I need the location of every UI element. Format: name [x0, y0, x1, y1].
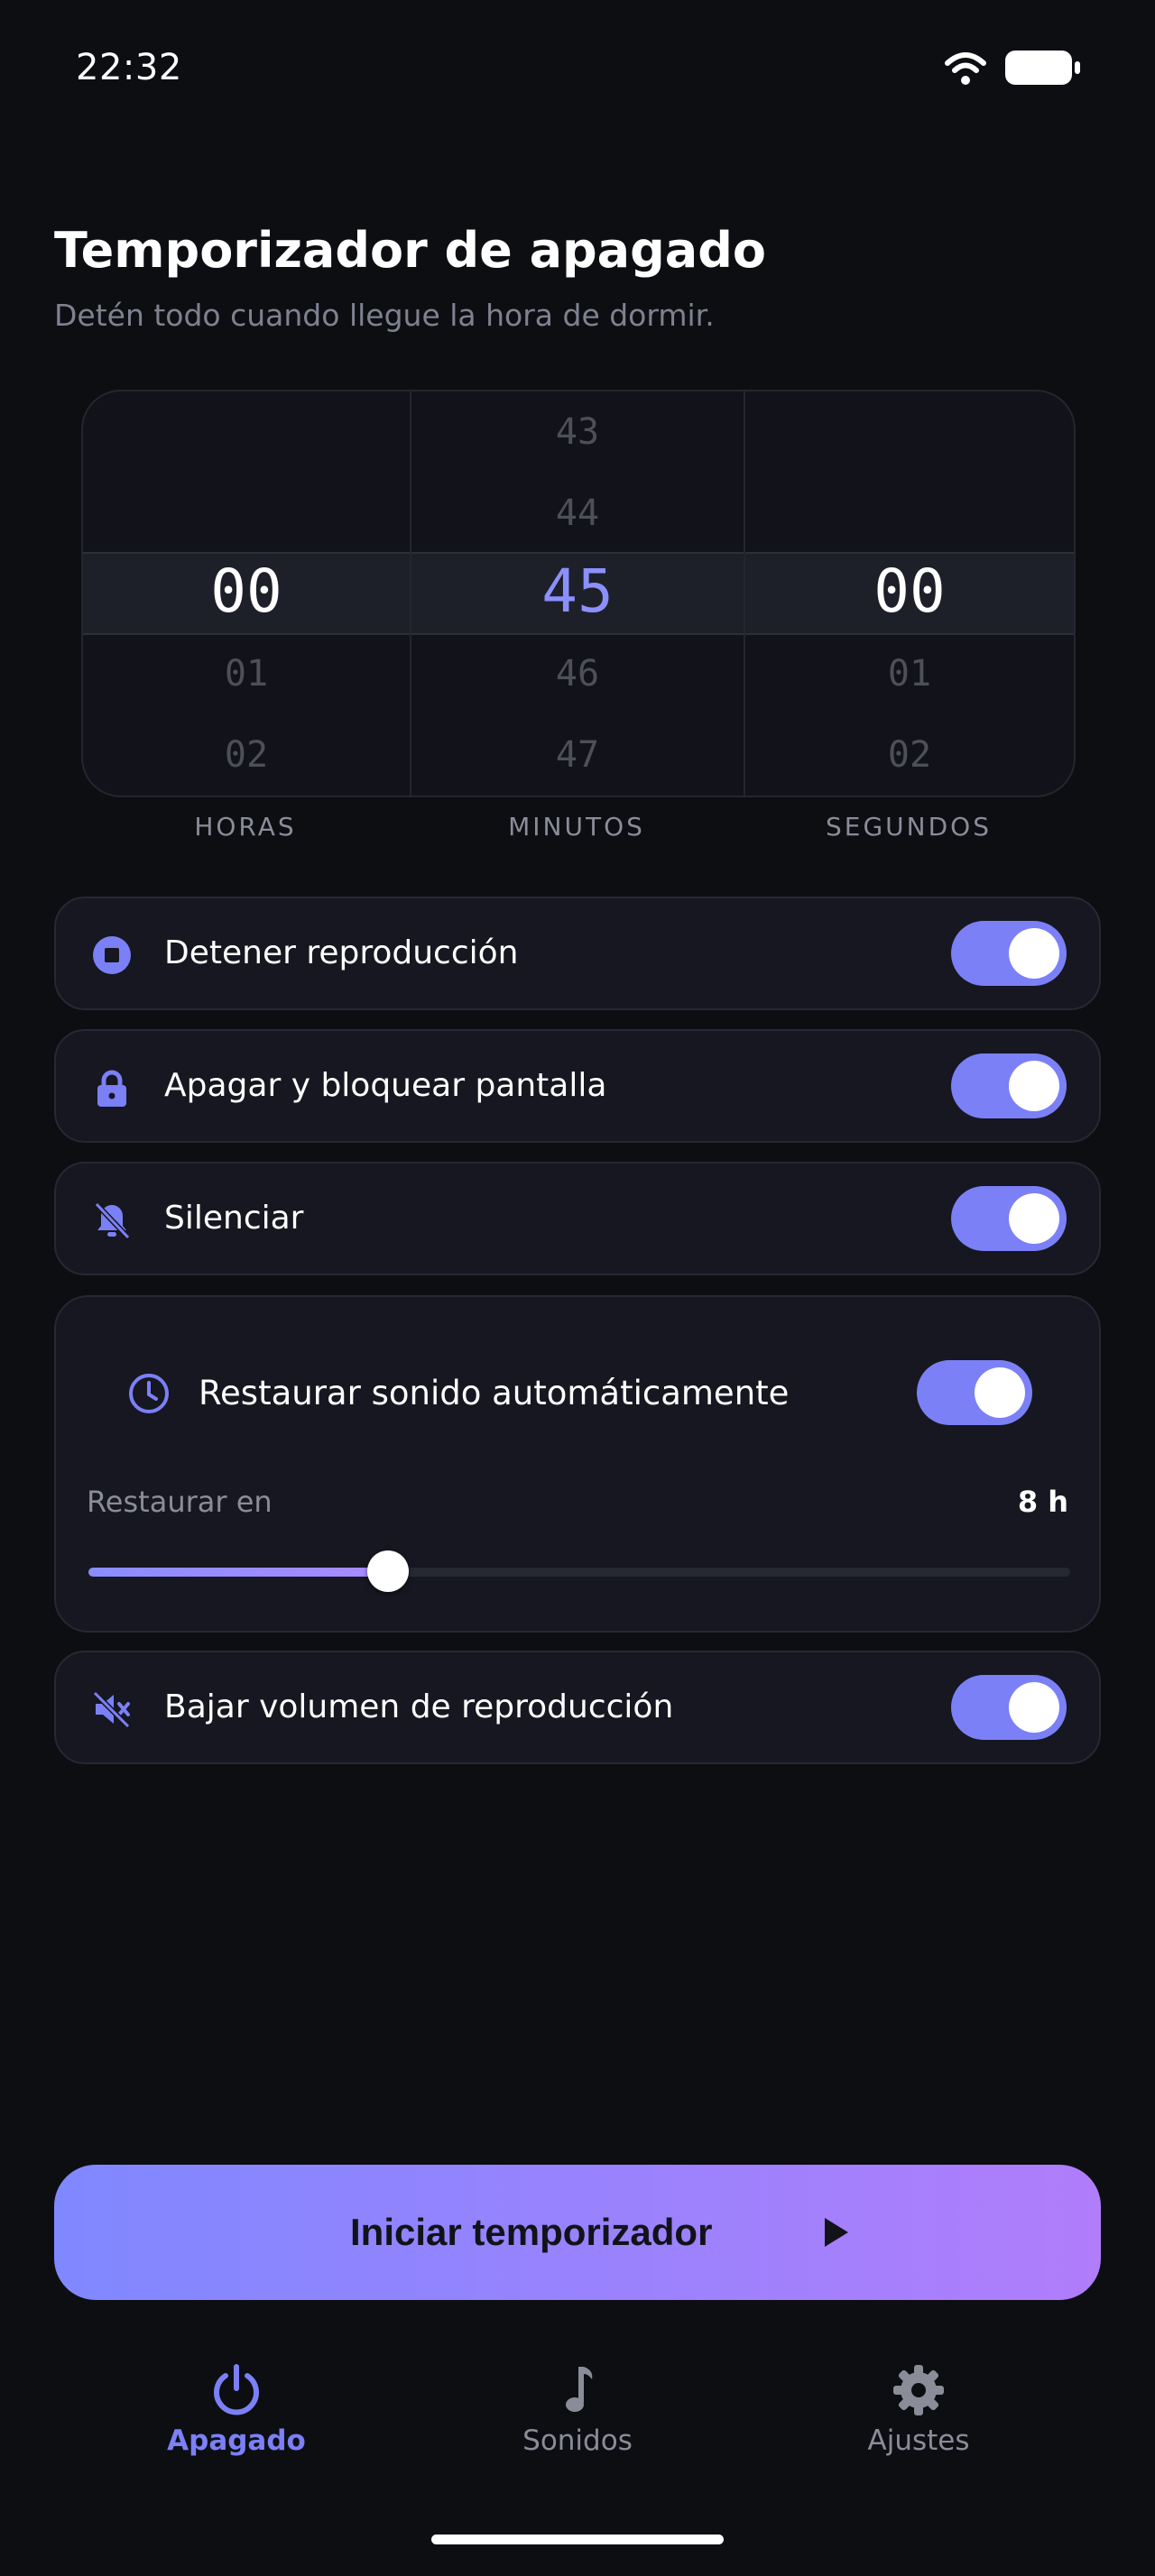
hours-selected[interactable]: 00	[83, 552, 410, 631]
minutes-option[interactable]: 44	[411, 473, 744, 554]
option-label: Apagar y bloquear pantalla	[164, 1067, 607, 1104]
seconds-option[interactable]: 01	[745, 633, 1074, 714]
seconds-option[interactable]	[745, 473, 1074, 554]
slider-fill	[88, 1568, 388, 1577]
status-time: 22:32	[76, 47, 182, 88]
lock-icon	[97, 1070, 126, 1107]
hours-option[interactable]	[83, 391, 410, 473]
status-bar: 22:32	[0, 0, 1155, 135]
toggle-knob	[975, 1367, 1025, 1418]
home-indicator	[431, 2535, 724, 2544]
option-label: Silenciar	[164, 1200, 304, 1237]
hours-option[interactable]: 02	[83, 714, 410, 796]
toggle-knob	[1009, 928, 1059, 979]
option-row-stop-playback[interactable]: Detener reproducción	[54, 897, 1101, 1010]
volume-mute-icon	[92, 1690, 131, 1729]
seconds-option[interactable]	[745, 391, 1074, 473]
hours-wheel[interactable]: 00 01 02	[83, 391, 410, 796]
power-icon	[214, 2364, 259, 2415]
minutes-option[interactable]: 43	[411, 391, 744, 473]
hours-option[interactable]	[83, 473, 410, 554]
minutes-wheel[interactable]: 43 44 45 46 47	[411, 391, 744, 796]
option-row-silence[interactable]: Silenciar	[54, 1162, 1101, 1275]
clock-icon	[129, 1374, 169, 1413]
stop-circle-icon	[93, 936, 131, 974]
battery-icon	[1005, 51, 1080, 85]
time-picker[interactable]: 00 01 02 43 44 45 46 47 00 01 02	[81, 390, 1076, 797]
option-row-lower-volume[interactable]: Bajar volumen de reproducción	[54, 1651, 1101, 1764]
minutes-option[interactable]: 46	[411, 633, 744, 714]
tab-label: Ajustes	[867, 2424, 970, 2457]
minutes-label: MINUTOS	[508, 812, 645, 842]
lock-screen-toggle[interactable]	[951, 1053, 1067, 1118]
restore-in-label: Restaurar en	[87, 1485, 273, 1519]
slider-thumb[interactable]	[366, 1550, 409, 1592]
start-timer-button[interactable]: Iniciar temporizador	[54, 2165, 1101, 2300]
toggle-knob	[1009, 1193, 1059, 1244]
play-icon	[825, 2218, 848, 2247]
seconds-wheel[interactable]: 00 01 02	[745, 391, 1074, 796]
restore-sound-toggle[interactable]	[917, 1360, 1032, 1425]
silence-toggle[interactable]	[951, 1186, 1067, 1251]
option-row-lock-screen[interactable]: Apagar y bloquear pantalla	[54, 1029, 1101, 1143]
page-title: Temporizador de apagado	[54, 222, 766, 279]
lower-volume-toggle[interactable]	[951, 1675, 1067, 1740]
restore-in-value: 8 h	[1017, 1485, 1068, 1519]
option-label: Detener reproducción	[164, 934, 519, 971]
tab-sonidos[interactable]: Sonidos	[478, 2356, 677, 2464]
minutes-selected[interactable]: 45	[411, 552, 744, 631]
tab-apagado[interactable]: Apagado	[137, 2356, 336, 2464]
restore-sound-card: Restaurar sonido automáticamente Restaur…	[54, 1295, 1101, 1633]
music-note-icon	[566, 2367, 593, 2412]
seconds-label: SEGUNDOS	[826, 812, 992, 842]
wifi-icon	[945, 52, 986, 85]
toggle-knob	[1009, 1682, 1059, 1733]
hours-option[interactable]: 01	[83, 633, 410, 714]
seconds-selected[interactable]: 00	[745, 552, 1074, 631]
start-timer-label: Iniciar temporizador	[350, 2211, 713, 2253]
bell-off-icon	[94, 1201, 131, 1240]
tab-label: Apagado	[167, 2424, 306, 2457]
page-subtitle: Detén todo cuando llegue la hora de dorm…	[54, 298, 715, 333]
toggle-knob	[1009, 1061, 1059, 1111]
restore-slider[interactable]	[88, 1550, 1070, 1592]
seconds-option[interactable]: 02	[745, 714, 1074, 796]
stop-playback-toggle[interactable]	[951, 921, 1067, 986]
option-label: Bajar volumen de reproducción	[164, 1688, 674, 1725]
minutes-option[interactable]: 47	[411, 714, 744, 796]
restore-label: Restaurar sonido automáticamente	[199, 1374, 790, 1412]
gear-icon	[893, 2365, 944, 2415]
tab-label: Sonidos	[522, 2424, 633, 2457]
tab-ajustes[interactable]: Ajustes	[819, 2356, 1018, 2464]
hours-label: HORAS	[194, 812, 297, 842]
